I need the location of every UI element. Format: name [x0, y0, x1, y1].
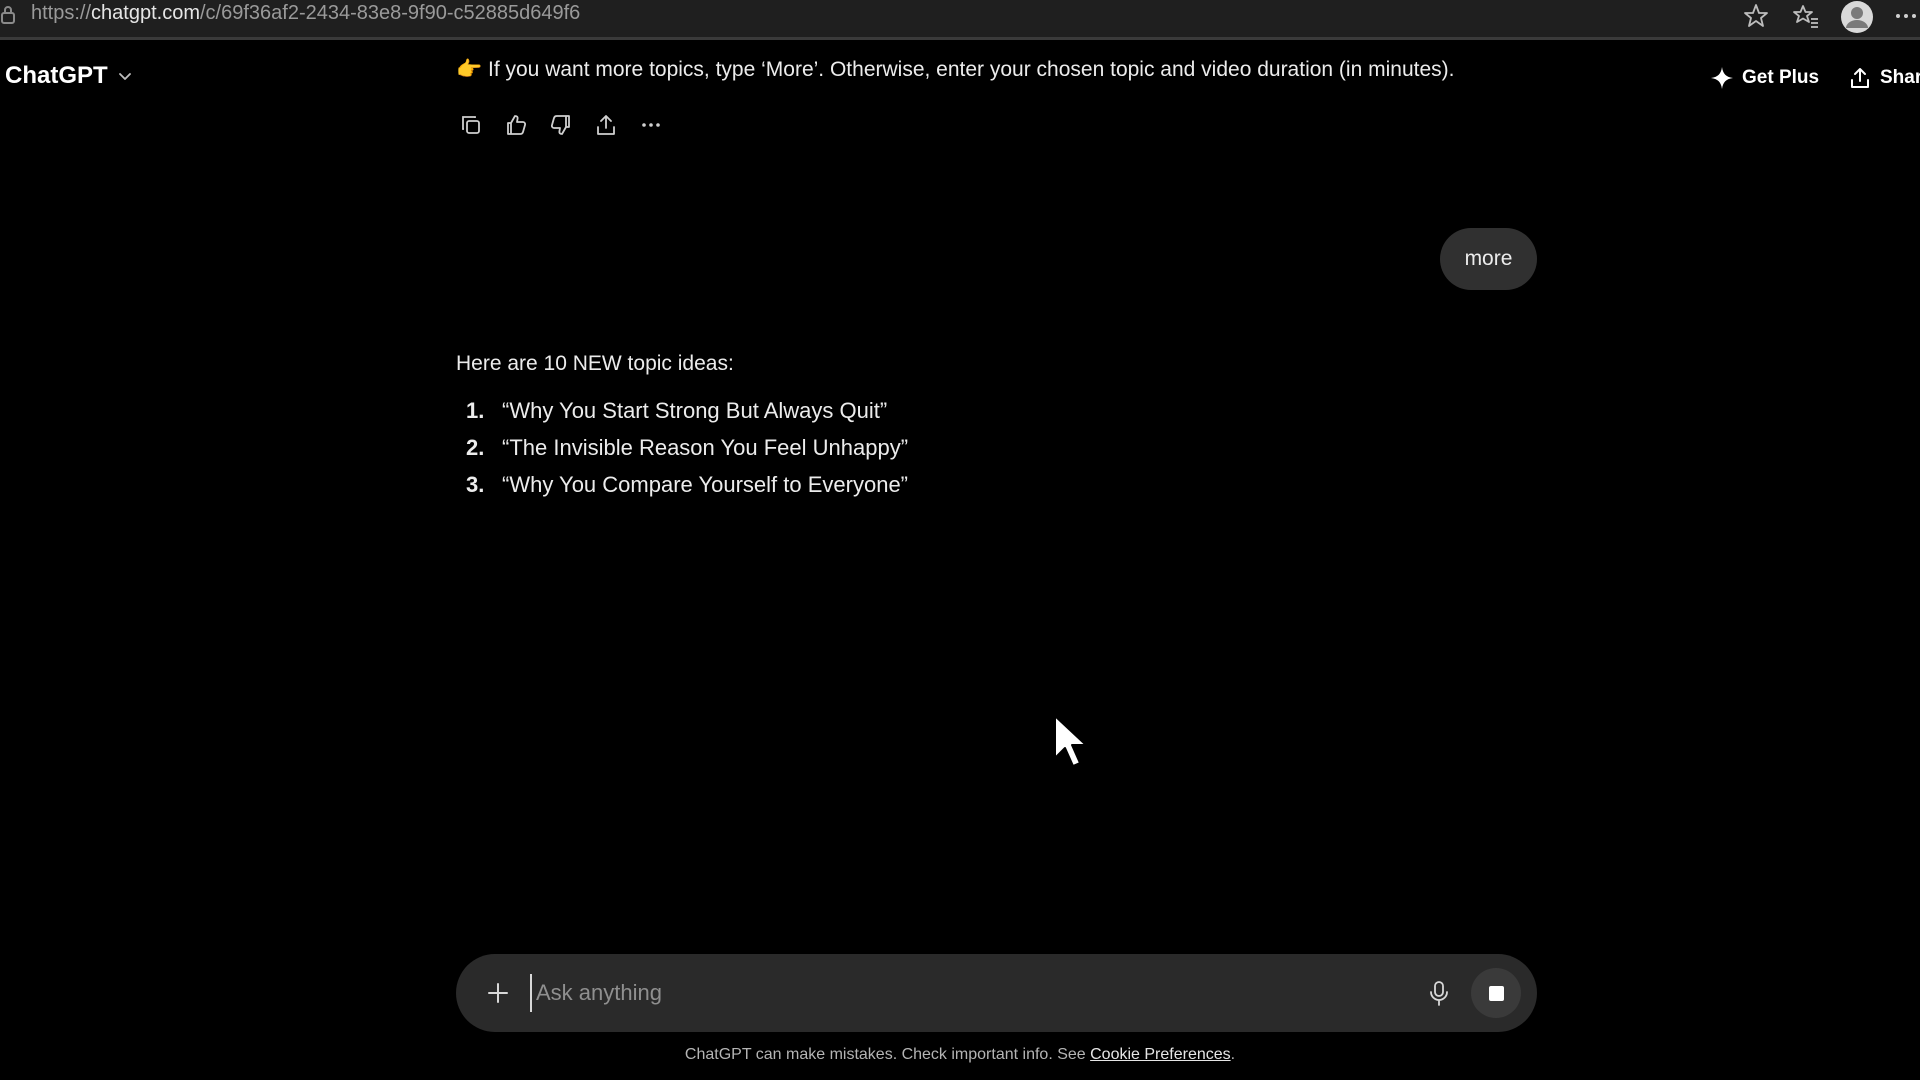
- message-actions: [458, 112, 664, 138]
- thumbs-down-icon: [550, 115, 570, 135]
- list-number: 2.: [466, 434, 485, 460]
- url-host: chatgpt.com: [91, 2, 200, 24]
- stop-button[interactable]: [1471, 968, 1521, 1018]
- cookie-preferences-link[interactable]: Cookie Preferences: [1090, 1046, 1231, 1063]
- message-input[interactable]: [530, 974, 1390, 1012]
- favorites-list-icon[interactable]: [1792, 2, 1820, 30]
- list-item: 3. “Why You Compare Yourself to Everyone…: [466, 466, 908, 503]
- chevron-down-icon: [118, 73, 131, 80]
- assistant-message: 👉 If you want more topics, type ‘More’. …: [456, 58, 1454, 82]
- browser-toolbar: https://chatgpt.com/c/69f36af2-2434-83e8…: [0, 0, 1920, 40]
- browser-menu-icon[interactable]: [1892, 2, 1920, 30]
- lock-icon: [1, 6, 15, 24]
- reply-intro: Here are 10 NEW topic ideas:: [456, 352, 734, 375]
- thumbs-down-button[interactable]: [548, 112, 574, 138]
- share-label: Shar: [1880, 67, 1920, 88]
- topic-text: “Why You Compare Yourself to Everyone”: [502, 471, 909, 497]
- get-plus-label: Get Plus: [1742, 67, 1820, 88]
- app-title: ChatGPT: [5, 62, 108, 89]
- list-item: 2. “The Invisible Reason You Feel Unhapp…: [466, 429, 908, 466]
- address-bar[interactable]: https://chatgpt.com/c/69f36af2-2434-83e8…: [31, 2, 580, 25]
- disclaimer-text: ChatGPT can make mistakes. Check importa…: [684, 1046, 1091, 1063]
- copy-icon: [462, 116, 480, 134]
- pointing-hand-emoji: 👉: [456, 58, 483, 81]
- more-icon: [642, 123, 660, 127]
- mouse-pointer-icon: [1054, 715, 1087, 767]
- list-number: 1.: [466, 397, 485, 423]
- get-plus-button[interactable]: Get Plus: [1710, 66, 1819, 90]
- disclaimer-period: .: [1230, 1046, 1236, 1063]
- sparkle-icon: [1711, 67, 1733, 89]
- user-message-bubble: more: [1440, 228, 1537, 290]
- topic-text: “The Invisible Reason You Feel Unhappy”: [502, 434, 909, 460]
- assistant-message-text: If you want more topics, type ‘More’. Ot…: [488, 58, 1455, 81]
- share-button[interactable]: Shar: [1848, 66, 1920, 90]
- favorite-star-icon[interactable]: [1742, 2, 1770, 30]
- thumbs-up-button[interactable]: [503, 112, 529, 138]
- plus-icon[interactable]: [484, 979, 512, 1007]
- thumbs-up-icon: [507, 115, 527, 135]
- url-prefix: https://: [31, 2, 92, 24]
- list-item: 1. “Why You Start Strong But Always Quit…: [466, 392, 908, 429]
- share-message-button[interactable]: [593, 112, 619, 138]
- composer: [456, 954, 1537, 1032]
- url-path: /c/69f36af2-2434-83e8-9f90-c52885d649f6: [199, 2, 581, 24]
- list-number: 3.: [466, 471, 485, 497]
- copy-button[interactable]: [458, 112, 484, 138]
- profile-avatar-icon[interactable]: [1840, 0, 1874, 34]
- user-message-text: more: [1464, 247, 1513, 270]
- upload-icon: [597, 115, 615, 135]
- more-actions-button[interactable]: [638, 112, 664, 138]
- stop-icon: [1488, 985, 1504, 1001]
- disclaimer: ChatGPT can make mistakes. Check importa…: [0, 1046, 1920, 1064]
- share-icon: [1851, 68, 1869, 88]
- topic-text: “Why You Start Strong But Always Quit”: [502, 397, 888, 423]
- model-selector[interactable]: ChatGPT: [5, 62, 134, 90]
- microphone-icon[interactable]: [1424, 978, 1454, 1008]
- topic-list: 1. “Why You Start Strong But Always Quit…: [466, 392, 908, 503]
